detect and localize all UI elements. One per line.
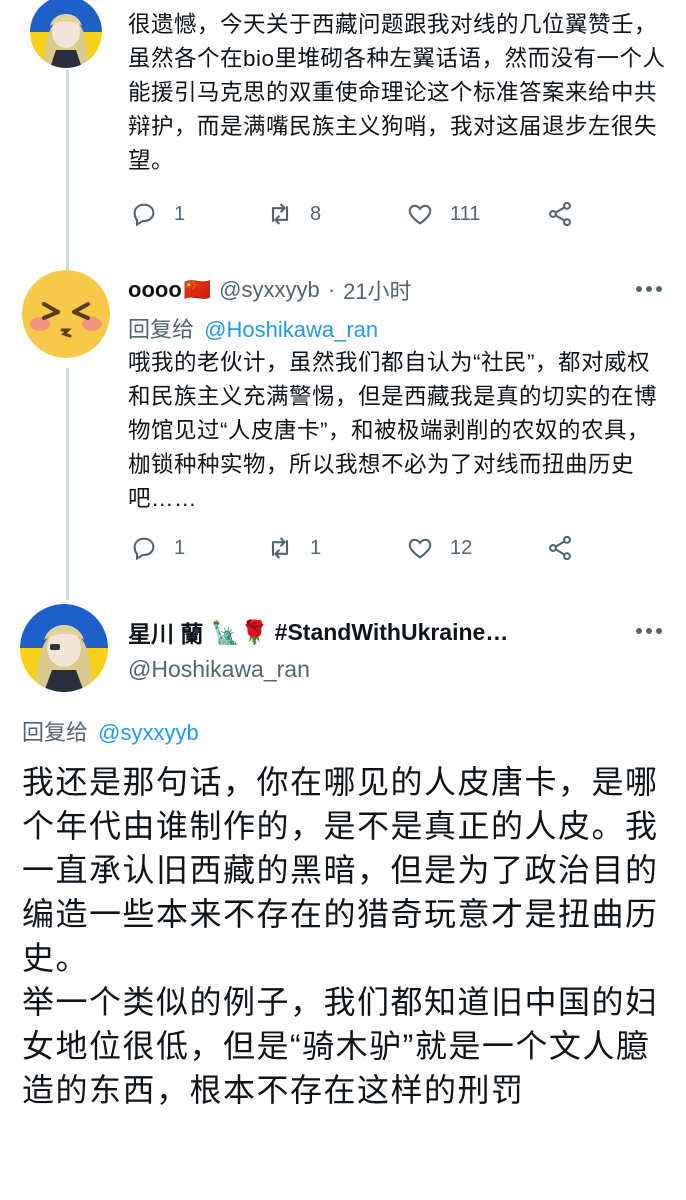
tweet-header: oooo 🇨🇳 @syxxyyb · 21小时	[128, 274, 412, 306]
tweet-text: 哦我的老伙计，虽然我们都自认为“社民”，都对威权和民族主义充满警惕，但是西藏我是…	[128, 350, 658, 511]
tweet-header: 星川 蘭 🗽🌹 #StandWithUkraine…	[128, 615, 508, 649]
more-icon[interactable]	[636, 286, 666, 294]
like-button[interactable]: 12	[406, 534, 472, 562]
reply-count: 1	[174, 536, 186, 559]
retweet-button[interactable]: 8	[266, 200, 321, 228]
avatar[interactable]	[20, 604, 108, 692]
reply-button[interactable]: 1	[130, 534, 185, 562]
avatar[interactable]	[22, 270, 110, 358]
reply-context: 回复给 @Hoshikawa_ran	[128, 312, 378, 344]
reply-icon	[133, 537, 155, 561]
share-icon	[549, 535, 571, 561]
display-name[interactable]: 星川 蘭	[128, 615, 203, 649]
user-handle[interactable]: @Hoshikawa_ran	[128, 656, 310, 683]
tweet-paragraph: 举一个类似的例子，我们都知道旧中国的妇女地位很低，但是“骑木驴”就是一个文人臆造…	[22, 984, 659, 1108]
like-count: 111	[450, 202, 481, 225]
profile-emoji: 🗽🌹	[211, 618, 269, 645]
tweet-text: 很遗憾，今天关于西藏问题跟我对线的几位翼赞壬，虽然各个在bio里堆砌各种左翼话语…	[128, 12, 666, 173]
share-button[interactable]	[546, 534, 574, 562]
display-name[interactable]: oooo	[128, 277, 182, 303]
reply-count: 1	[174, 202, 186, 225]
thread-line-top	[66, 70, 69, 270]
mention-link[interactable]: @syxxyyb	[98, 720, 199, 745]
retweet-icon	[271, 537, 289, 559]
retweet-count: 1	[310, 536, 322, 559]
tweet-paragraph: 我还是那句话，你在哪见的人皮唐卡，是哪个年代由谁制作的，是不是真正的人皮。我一直…	[22, 764, 659, 976]
heart-icon	[408, 204, 432, 225]
user-handle[interactable]: @syxxyyb	[219, 277, 320, 303]
tweet-actions: 1 8 111	[130, 200, 590, 240]
retweet-count: 8	[310, 202, 322, 225]
hashtag-link[interactable]: #StandWithUkraine…	[275, 619, 509, 646]
reply-icon	[133, 203, 155, 227]
tweet-actions: 1 1 12	[130, 534, 590, 574]
heart-icon	[408, 538, 432, 559]
timestamp[interactable]: 21小时	[343, 274, 411, 306]
flag-emoji: 🇨🇳	[183, 277, 212, 302]
reply-context: 回复给 @syxxyyb	[22, 715, 199, 747]
mention-link[interactable]: @Hoshikawa_ran	[204, 317, 378, 342]
retweet-button[interactable]: 1	[266, 534, 321, 562]
tweet-body: 我还是那句话，你在哪见的人皮唐卡，是哪个年代由谁制作的，是不是真正的人皮。我一直…	[22, 760, 672, 1112]
like-button[interactable]: 111	[406, 200, 480, 228]
reply-button[interactable]: 1	[130, 200, 185, 228]
separator-dot: ·	[327, 277, 336, 302]
reply-prefix: 回复给	[22, 720, 89, 745]
share-button[interactable]	[546, 200, 574, 228]
thread-line-middle	[66, 368, 69, 600]
reply-prefix: 回复给	[128, 317, 195, 342]
more-icon[interactable]	[636, 628, 666, 636]
share-icon	[549, 201, 571, 227]
retweet-icon	[271, 203, 289, 225]
avatar[interactable]	[30, 0, 102, 68]
like-count: 12	[450, 536, 473, 559]
